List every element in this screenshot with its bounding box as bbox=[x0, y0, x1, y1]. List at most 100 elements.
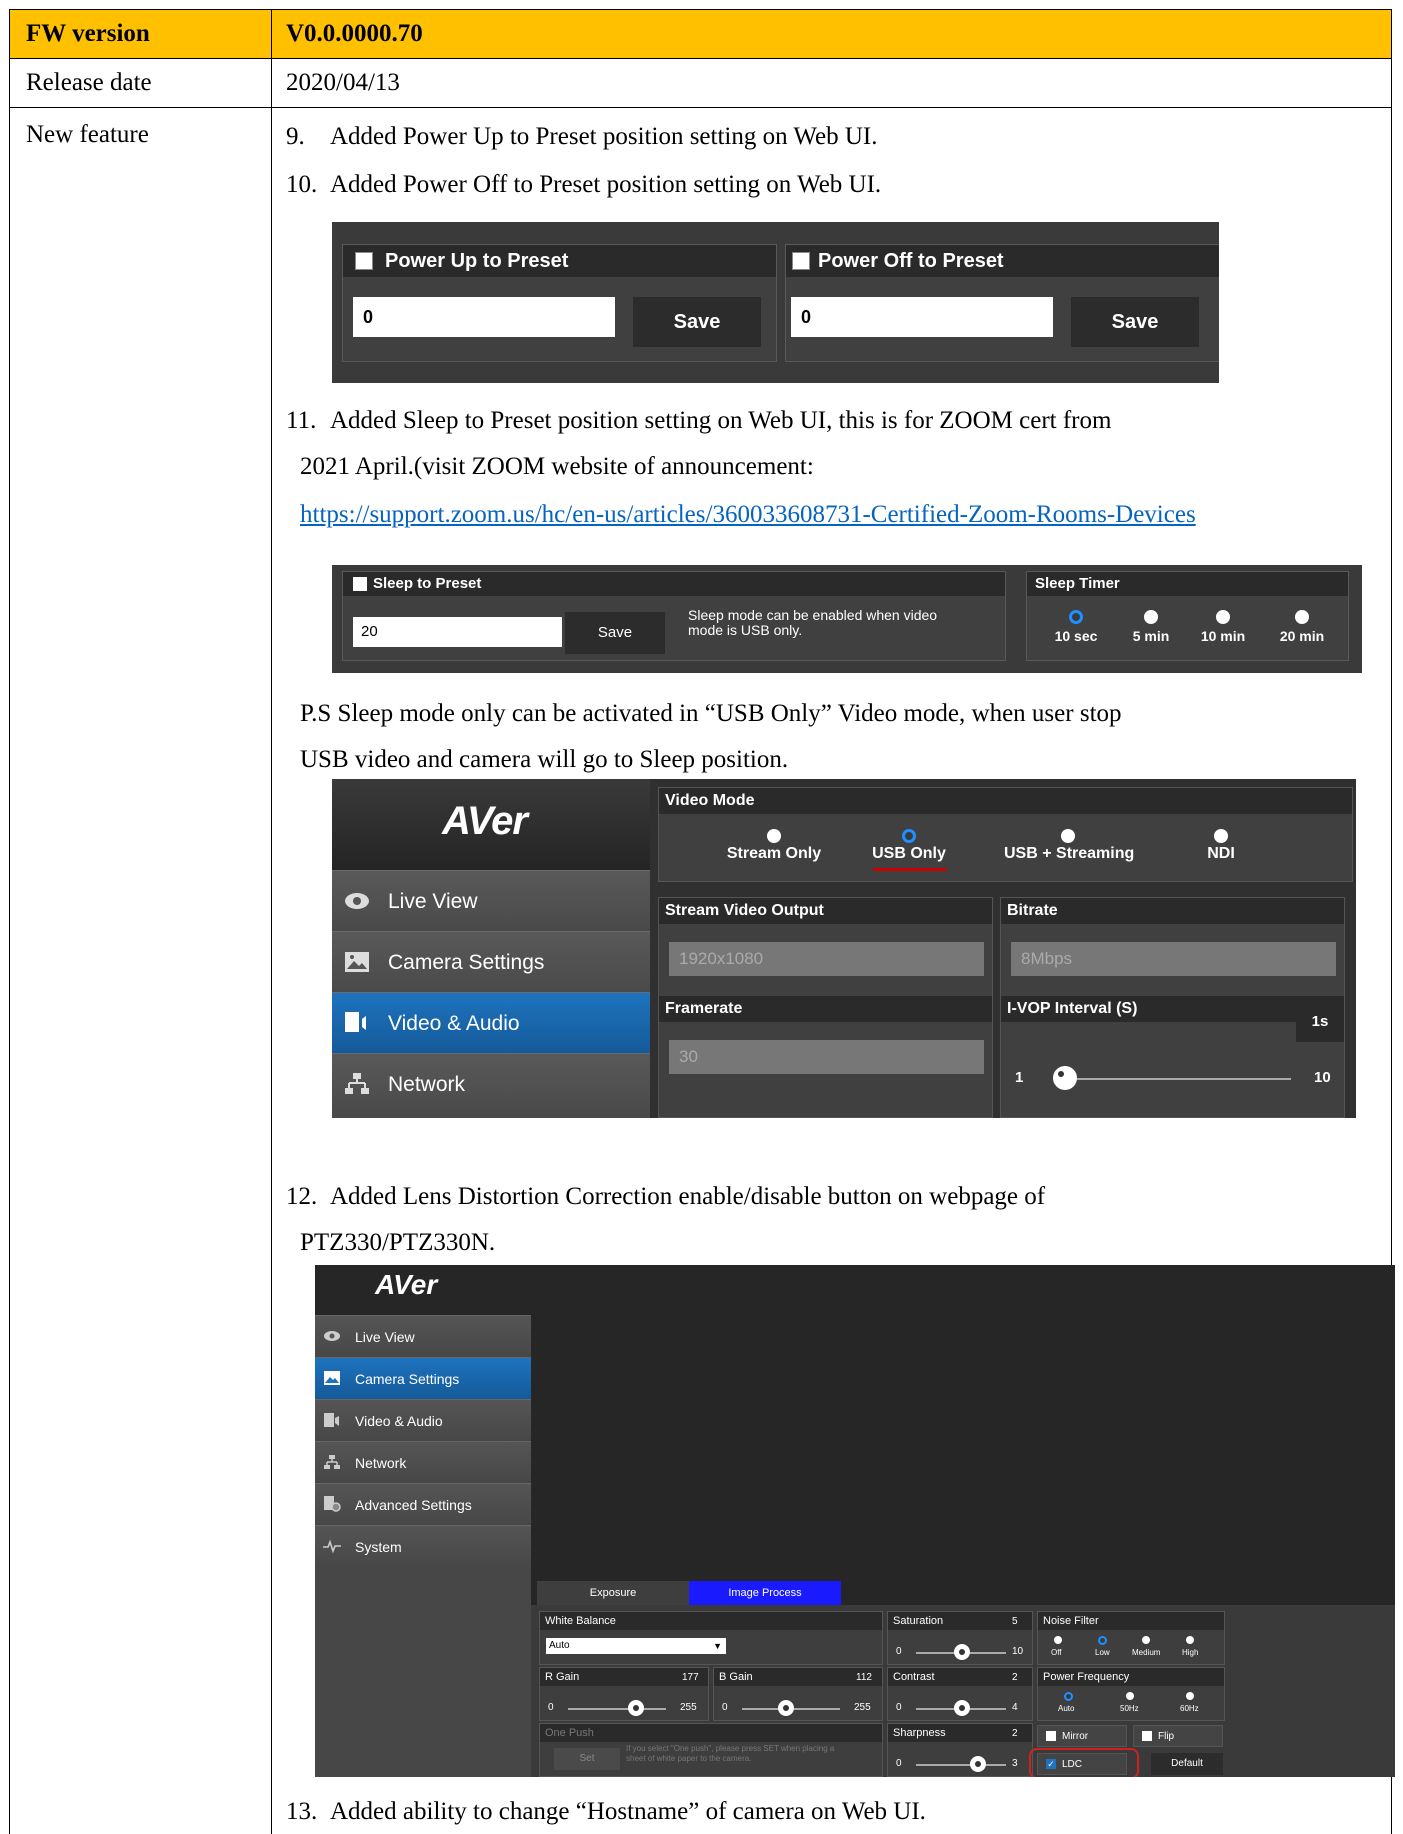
fw-label: FW version bbox=[26, 20, 150, 47]
video-mode-panel: Video Mode Stream Only USB Only USB + St… bbox=[658, 787, 1353, 882]
contrast-value: 2 bbox=[1012, 1672, 1018, 1683]
noise-filter-panel: Noise Filter Off Low Medium High bbox=[1037, 1611, 1225, 1665]
nav-advanced-settings[interactable]: Advanced Settings bbox=[315, 1483, 531, 1525]
nav-network[interactable]: Network bbox=[332, 1053, 650, 1114]
framerate-select[interactable]: 30 bbox=[669, 1040, 984, 1074]
power-off-checkbox[interactable] bbox=[792, 252, 810, 270]
power-up-input[interactable]: 0 bbox=[353, 297, 615, 337]
power-up-checkbox[interactable] bbox=[355, 252, 373, 270]
nav-network[interactable]: Network bbox=[315, 1441, 531, 1483]
flip-toggle[interactable]: Flip bbox=[1133, 1725, 1223, 1747]
bitrate-select[interactable]: 8Mbps bbox=[1011, 942, 1336, 976]
mode-label-usb-streaming: USB + Streaming bbox=[1004, 845, 1135, 862]
white-balance-header: White Balance bbox=[540, 1612, 882, 1630]
contrast-panel: Contrast 2 0 4 bbox=[887, 1667, 1033, 1721]
freq-label-50hz: 50Hz bbox=[1120, 1704, 1139, 1713]
ivop-header: I-VOP Interval (S) bbox=[1001, 996, 1344, 1022]
timer-radio-10min[interactable] bbox=[1216, 610, 1230, 624]
image-icon bbox=[324, 1371, 340, 1385]
main-area: Video Mode Stream Only USB Only USB + St… bbox=[650, 779, 1356, 1118]
tab-image-process[interactable]: Image Process bbox=[689, 1581, 841, 1605]
r-gain-knob[interactable] bbox=[628, 1700, 644, 1716]
ivop-value: 1s bbox=[1296, 1002, 1344, 1042]
freq-radio-60hz[interactable] bbox=[1186, 1692, 1194, 1700]
framerate-header: Framerate bbox=[659, 996, 992, 1022]
pulse-icon bbox=[323, 1539, 341, 1554]
timer-radio-20min[interactable] bbox=[1295, 610, 1309, 624]
mode-label-ndi: NDI bbox=[1207, 845, 1235, 862]
item-text: Added Power Up to Preset position settin… bbox=[330, 123, 878, 150]
item11-line2: 2021 April.(visit ZOOM website of announ… bbox=[300, 453, 814, 480]
mode-radio-usb-streaming[interactable] bbox=[1061, 829, 1075, 843]
power-frequency-header: Power Frequency bbox=[1038, 1668, 1224, 1686]
one-push-set-button[interactable]: Set bbox=[554, 1748, 620, 1770]
power-up-save-button[interactable]: Save bbox=[633, 297, 761, 347]
eye-icon bbox=[324, 1331, 340, 1341]
zoom-certified-link[interactable]: https://support.zoom.us/hc/en-us/article… bbox=[300, 501, 1196, 528]
video-mode-header: Video Mode bbox=[659, 788, 1352, 814]
ivop-slider-knob[interactable] bbox=[1053, 1066, 1077, 1090]
sleep-preset-input[interactable]: 20 bbox=[353, 617, 562, 647]
white-balance-panel: White Balance Auto ▼ bbox=[539, 1611, 883, 1665]
noise-radio-low[interactable] bbox=[1098, 1636, 1107, 1645]
nav-video-audio[interactable]: Video & Audio bbox=[315, 1399, 531, 1441]
nav-camera-settings[interactable]: Camera Settings bbox=[332, 931, 650, 992]
sidebar: AVer Live View Camera Settings Video & A… bbox=[332, 779, 650, 1118]
fw-label-cell: FW version bbox=[9, 9, 272, 59]
nav-label: System bbox=[355, 1539, 402, 1555]
ps-note-line1: P.S Sleep mode only can be activated in … bbox=[300, 700, 1122, 727]
one-push-header: One Push bbox=[540, 1724, 882, 1742]
sharpness-panel: Sharpness 2 0 3 bbox=[887, 1723, 1033, 1777]
noise-label-low: Low bbox=[1095, 1648, 1110, 1657]
fw-value-cell: V0.0.0000.70 bbox=[271, 9, 1392, 59]
item-text: Added Sleep to Preset position setting o… bbox=[330, 407, 1112, 434]
sleep-preset-save-button[interactable]: Save bbox=[565, 612, 665, 654]
power-off-input[interactable]: 0 bbox=[791, 297, 1053, 337]
nav-camera-settings[interactable]: Camera Settings bbox=[315, 1357, 531, 1399]
stream-output-select[interactable]: 1920x1080 bbox=[669, 942, 984, 976]
tab-exposure[interactable]: Exposure bbox=[537, 1581, 689, 1605]
contrast-knob[interactable] bbox=[954, 1700, 970, 1716]
flip-checkbox bbox=[1142, 1731, 1152, 1741]
sharpness-knob[interactable] bbox=[970, 1756, 986, 1772]
b-gain-knob[interactable] bbox=[778, 1700, 794, 1716]
freq-radio-auto[interactable] bbox=[1064, 1692, 1073, 1701]
nav-label: Network bbox=[388, 1073, 466, 1096]
video-mode-screenshot: AVer Live View Camera Settings Video & A… bbox=[332, 779, 1356, 1118]
sleep-preset-checkbox[interactable] bbox=[353, 577, 367, 591]
chevron-down-icon: ▼ bbox=[713, 1641, 722, 1651]
noise-radio-medium[interactable] bbox=[1142, 1636, 1150, 1644]
timer-radio-5min[interactable] bbox=[1144, 610, 1158, 624]
nav-label: Live View bbox=[388, 890, 478, 913]
nav-video-audio[interactable]: Video & Audio bbox=[332, 992, 650, 1053]
flip-label: Flip bbox=[1158, 1731, 1175, 1742]
power-off-save-button[interactable]: Save bbox=[1071, 297, 1199, 347]
noise-radio-high[interactable] bbox=[1186, 1636, 1194, 1644]
film-speaker-icon bbox=[324, 1413, 339, 1427]
saturation-min: 0 bbox=[896, 1646, 902, 1657]
contrast-min: 0 bbox=[896, 1702, 902, 1713]
mode-radio-usb-only[interactable] bbox=[902, 829, 916, 843]
nav-system[interactable]: System bbox=[315, 1525, 531, 1567]
timer-label-20min: 20 min bbox=[1279, 628, 1325, 644]
power-frequency-panel: Power Frequency Auto 50Hz 60Hz bbox=[1037, 1667, 1225, 1721]
noise-radio-off[interactable] bbox=[1054, 1636, 1062, 1644]
noise-label-high: High bbox=[1182, 1648, 1199, 1657]
nav-live-view[interactable]: Live View bbox=[332, 870, 650, 931]
sleep-timer-panel: Sleep Timer 10 sec 5 min 10 min 20 min bbox=[1026, 571, 1349, 661]
freq-radio-50hz[interactable] bbox=[1126, 1692, 1134, 1700]
mirror-checkbox bbox=[1046, 1731, 1056, 1741]
preset-settings-screenshot: Power Up to Preset 0 Save Power Off to P… bbox=[332, 222, 1219, 383]
timer-radio-10sec[interactable] bbox=[1069, 610, 1083, 624]
saturation-knob[interactable] bbox=[954, 1644, 970, 1660]
item-number: 9. bbox=[286, 123, 305, 150]
nav-live-view[interactable]: Live View bbox=[315, 1315, 531, 1357]
white-balance-select[interactable]: Auto ▼ bbox=[546, 1638, 726, 1654]
default-button[interactable]: Default bbox=[1151, 1753, 1223, 1775]
mode-radio-ndi[interactable] bbox=[1214, 829, 1228, 843]
saturation-header: Saturation bbox=[888, 1612, 1032, 1630]
mode-radio-stream-only[interactable] bbox=[767, 829, 781, 843]
aver-logo: AVer bbox=[442, 799, 528, 843]
noise-label-off: Off bbox=[1051, 1648, 1062, 1657]
mirror-toggle[interactable]: Mirror bbox=[1037, 1725, 1127, 1747]
